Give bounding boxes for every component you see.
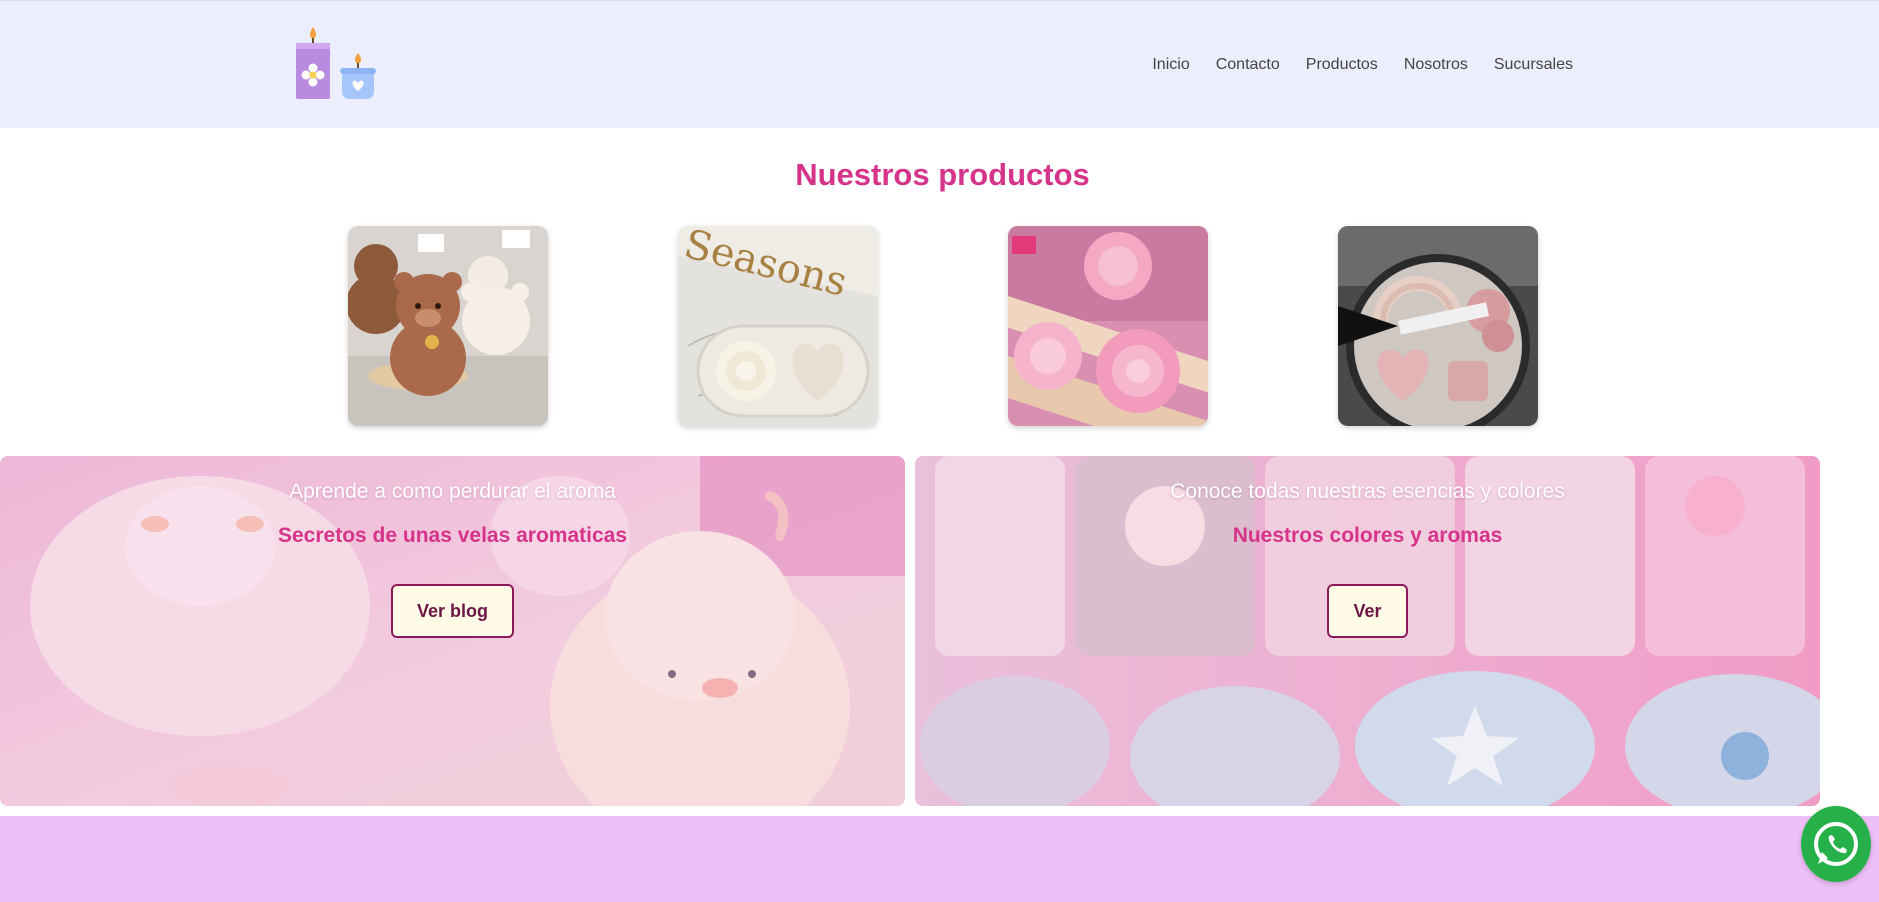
colors-banner: Conoce todas nuestras esencias y colores…: [915, 456, 1820, 806]
nav-link-nosotros[interactable]: Nosotros: [1404, 56, 1468, 74]
site-footer: [0, 816, 1879, 902]
product-card-flower-tray[interactable]: Seasons: [678, 226, 878, 426]
whatsapp-icon[interactable]: [1801, 806, 1871, 882]
ver-button[interactable]: Ver: [1327, 584, 1408, 638]
product-card-bear-candles[interactable]: [348, 226, 548, 426]
product-card-rose-box[interactable]: [1008, 226, 1208, 426]
nav-link-sucursales[interactable]: Sucursales: [1494, 56, 1573, 74]
blog-banner-subtitle: Aprende a como perdurar el aroma: [289, 480, 616, 503]
main-nav: Inicio Contacto Productos Nosotros Sucur…: [1152, 56, 1573, 74]
colors-banner-headline: Nuestros colores y aromas: [1232, 524, 1503, 547]
blog-banner-headline: Secretos de unas velas aromaticas: [277, 524, 628, 547]
gift-box-image: [1338, 226, 1538, 426]
bear-candles-image: [348, 226, 548, 426]
blog-banner: Aprende a como perdurar el aroma Secreto…: [0, 456, 905, 806]
page: Inicio Contacto Productos Nosotros Sucur…: [0, 0, 1879, 902]
blog-banner-content: Aprende a como perdurar el aroma Secreto…: [0, 456, 905, 638]
product-card-gift-box[interactable]: [1338, 226, 1538, 426]
candles-logo-icon[interactable]: [290, 25, 380, 107]
site-header: Inicio Contacto Productos Nosotros Sucur…: [0, 0, 1879, 128]
products-title: Nuestros productos: [795, 157, 1090, 192]
nav-link-inicio[interactable]: Inicio: [1152, 56, 1189, 74]
flower-tray-image: Seasons: [678, 226, 878, 426]
nav-link-contacto[interactable]: Contacto: [1216, 56, 1280, 74]
colors-banner-content: Conoce todas nuestras esencias y colores…: [915, 456, 1820, 638]
ver-blog-button[interactable]: Ver blog: [390, 584, 514, 638]
colors-banner-subtitle: Conoce todas nuestras esencias y colores: [1170, 480, 1565, 503]
nav-link-productos[interactable]: Productos: [1306, 56, 1378, 74]
rose-box-image: [1008, 226, 1208, 426]
